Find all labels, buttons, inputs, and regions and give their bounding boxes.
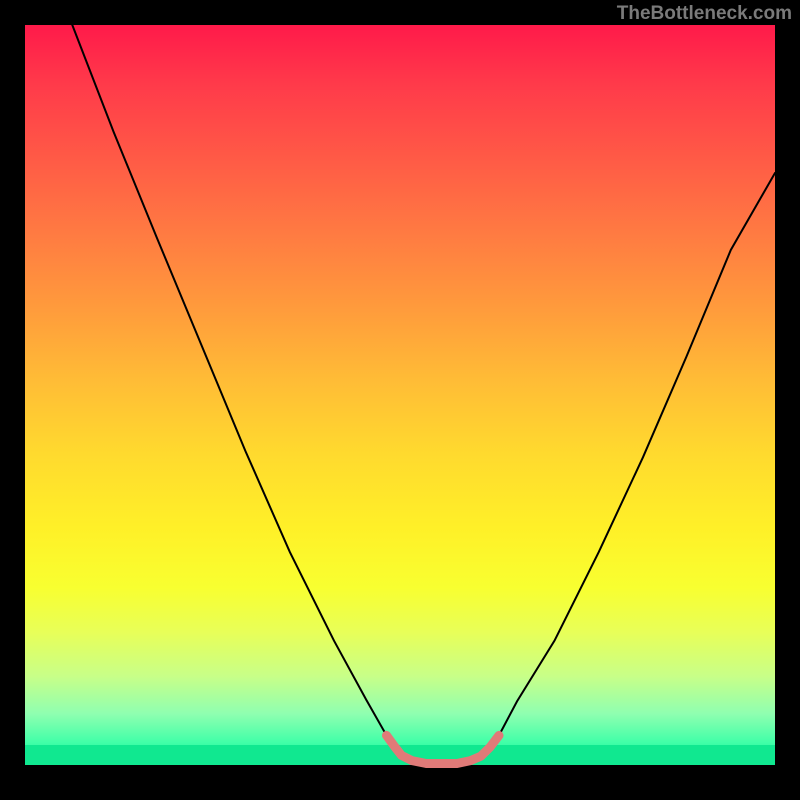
left-black-margin (0, 0, 25, 800)
chart-stage: TheBottleneck.com (0, 0, 800, 800)
bottom-green-strip (25, 745, 775, 765)
right-black-margin (775, 0, 800, 800)
watermark-text: TheBottleneck.com (617, 3, 792, 25)
gradient-background (25, 25, 775, 765)
bottom-black-margin (0, 765, 800, 800)
